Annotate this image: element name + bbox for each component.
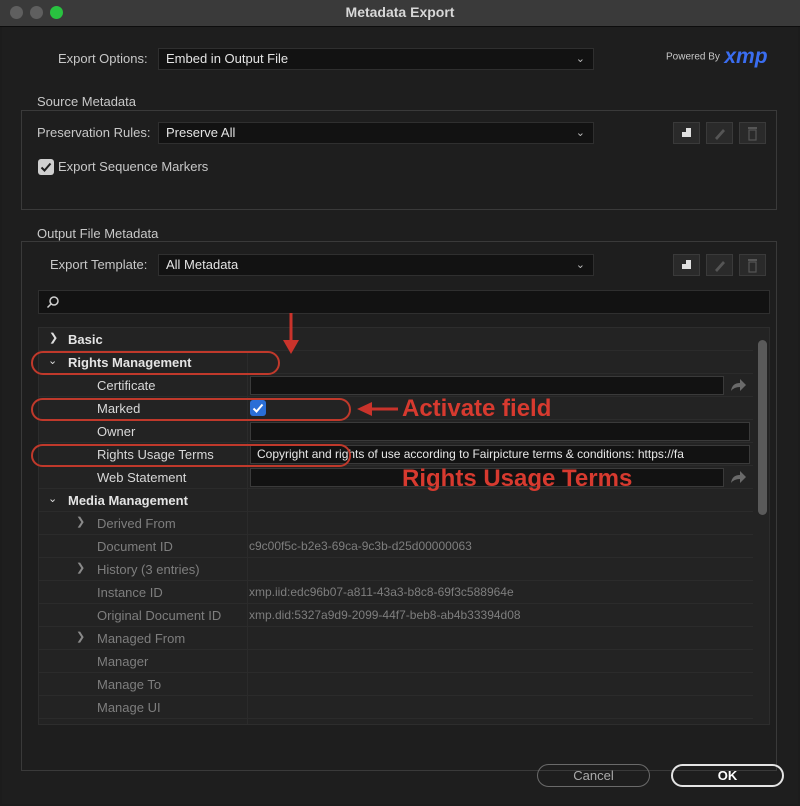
left-arrow-annotation — [357, 402, 398, 416]
highlight-rights-management — [31, 351, 280, 375]
highlight-rights-usage-terms — [31, 444, 351, 467]
rights-usage-terms-annotation: Rights Usage Terms — [402, 465, 633, 492]
highlight-marked — [31, 398, 351, 421]
down-arrow-annotation — [283, 313, 299, 354]
activate-field-annotation: Activate field — [402, 395, 552, 422]
